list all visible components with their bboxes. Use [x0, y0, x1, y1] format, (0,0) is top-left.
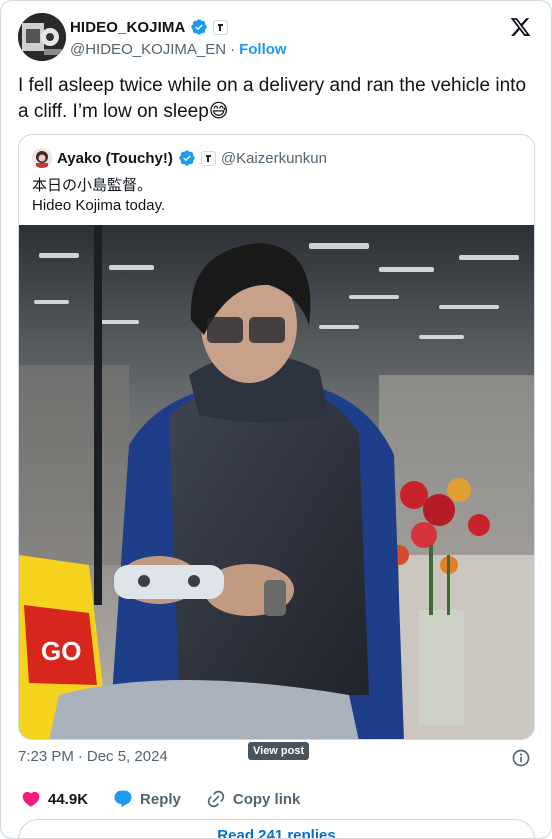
copy-link-label: Copy link	[232, 790, 301, 808]
verified-icon	[191, 19, 208, 35]
author-display-name[interactable]: HIDEO_KOJIMA	[70, 19, 185, 36]
tweet-time: 7:23 PM	[18, 748, 74, 765]
heart-icon	[22, 791, 40, 807]
author-avatar[interactable]	[18, 13, 66, 61]
info-icon[interactable]	[511, 748, 531, 768]
copy-link-button[interactable]: Copy link	[206, 789, 301, 809]
affiliate-badge-icon	[200, 150, 216, 166]
quoted-tweet-header: Ayako (Touchy!) @Kaizerkunkun	[32, 148, 327, 168]
quoted-author-avatar	[32, 148, 52, 168]
like-button[interactable]: 44.9K	[21, 789, 88, 809]
separator-dot: ·	[77, 748, 83, 765]
tweet-actions: 44.9K Reply Copy link	[21, 788, 325, 810]
read-replies-button[interactable]: Read 241 replies	[18, 819, 535, 838]
svg-text:GO: GO	[41, 636, 81, 666]
quoted-text-line-english: Hideo Kojima today.	[32, 197, 166, 214]
link-icon	[207, 790, 225, 808]
quoted-author-handle: @Kaizerkunkun	[220, 149, 327, 167]
tweet-header: HIDEO_KOJIMA @HIDEO_KOJIMA_EN · Follow	[18, 13, 534, 63]
quoted-tweet[interactable]: Ayako (Touchy!) @Kaizerkunkun 本日の小島監督。 H…	[18, 134, 535, 740]
separator-dot: ·	[230, 41, 236, 58]
author-info: HIDEO_KOJIMA @HIDEO_KOJIMA_EN · Follow	[70, 17, 287, 59]
reply-label: Reply	[140, 790, 181, 808]
quoted-author-name: Ayako (Touchy!)	[57, 149, 173, 167]
follow-button[interactable]: Follow	[239, 41, 287, 58]
author-handle[interactable]: @HIDEO_KOJIMA_EN	[70, 41, 226, 58]
tweet-card: HIDEO_KOJIMA @HIDEO_KOJIMA_EN · Follow I…	[0, 0, 552, 839]
reply-bubble-icon	[114, 790, 132, 808]
quoted-tweet-text: 本日の小島監督。 Hideo Kojima today.	[32, 176, 165, 216]
x-logo-icon[interactable]	[509, 16, 532, 38]
tweet-date: Dec 5, 2024	[86, 748, 168, 765]
affiliate-badge-icon	[213, 19, 229, 35]
view-post-tooltip: View post	[248, 742, 310, 760]
quoted-text-line-japanese: 本日の小島監督。	[32, 177, 153, 194]
verified-icon	[179, 150, 195, 166]
tweet-text: I fell asleep twice while on a delivery …	[18, 75, 527, 122]
tweet-timestamp[interactable]: 7:23 PM · Dec 5, 2024	[18, 748, 168, 765]
like-count: 44.9K	[48, 790, 89, 808]
quoted-photo[interactable]: GO	[19, 225, 535, 740]
reply-button[interactable]: Reply	[113, 789, 181, 809]
